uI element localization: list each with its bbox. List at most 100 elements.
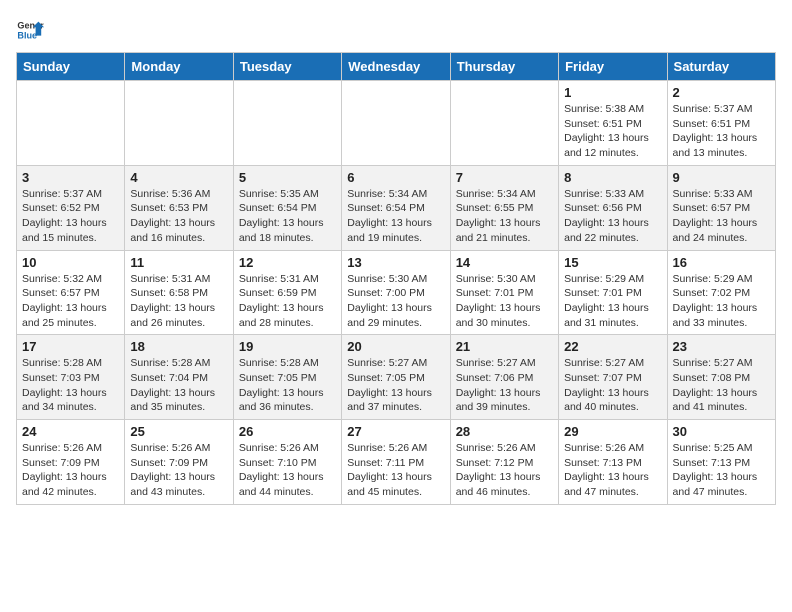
day-info: Sunrise: 5:37 AMSunset: 6:52 PMDaylight:… <box>22 187 119 246</box>
day-cell <box>450 81 558 166</box>
day-cell: 29 Sunrise: 5:26 AMSunset: 7:13 PMDayligh… <box>559 420 667 505</box>
day-cell <box>342 81 450 166</box>
day-info: Sunrise: 5:27 AMSunset: 7:08 PMDaylight:… <box>673 356 770 415</box>
day-info: Sunrise: 5:36 AMSunset: 6:53 PMDaylight:… <box>130 187 227 246</box>
day-info: Sunrise: 5:33 AMSunset: 6:56 PMDaylight:… <box>564 187 661 246</box>
day-cell: 23Sunrise: 5:27 AMSunset: 7:08 PMDayligh… <box>667 335 775 420</box>
page-header: General Blue <box>16 16 776 44</box>
day-cell: 6 Sunrise: 5:34 AMSunset: 6:54 PMDaylight… <box>342 165 450 250</box>
day-number: 5 <box>239 170 336 185</box>
weekday-header-friday: Friday <box>559 53 667 81</box>
day-cell: 15 Sunrise: 5:29 AMSunset: 7:01 PMDayligh… <box>559 250 667 335</box>
day-info: Sunrise: 5:26 AMSunset: 7:11 PMDaylight:… <box>347 441 444 500</box>
day-cell <box>17 81 125 166</box>
day-cell: 4 Sunrise: 5:36 AMSunset: 6:53 PMDaylight… <box>125 165 233 250</box>
day-info: Sunrise: 5:29 AMSunset: 7:01 PMDaylight:… <box>564 272 661 331</box>
day-cell: 26 Sunrise: 5:26 AMSunset: 7:10 PMDayligh… <box>233 420 341 505</box>
day-number: 22 <box>564 339 661 354</box>
day-number: 13 <box>347 255 444 270</box>
day-number: 7 <box>456 170 553 185</box>
day-cell: 2 Sunrise: 5:37 AMSunset: 6:51 PMDaylight… <box>667 81 775 166</box>
day-number: 9 <box>673 170 770 185</box>
week-row-4: 17 Sunrise: 5:28 AMSunset: 7:03 PMDayligh… <box>17 335 776 420</box>
day-cell: 3 Sunrise: 5:37 AMSunset: 6:52 PMDaylight… <box>17 165 125 250</box>
weekday-header-wednesday: Wednesday <box>342 53 450 81</box>
day-cell: 11 Sunrise: 5:31 AMSunset: 6:58 PMDayligh… <box>125 250 233 335</box>
day-number: 17 <box>22 339 119 354</box>
day-cell: 25Sunrise: 5:26 AMSunset: 7:09 PMDayligh… <box>125 420 233 505</box>
day-info: Sunrise: 5:26 AMSunset: 7:10 PMDaylight:… <box>239 441 336 500</box>
day-number: 21 <box>456 339 553 354</box>
week-row-3: 10 Sunrise: 5:32 AMSunset: 6:57 PMDayligh… <box>17 250 776 335</box>
day-cell: 14Sunrise: 5:30 AMSunset: 7:01 PMDayligh… <box>450 250 558 335</box>
day-cell: 18 Sunrise: 5:28 AMSunset: 7:04 PMDayligh… <box>125 335 233 420</box>
day-cell: 28 Sunrise: 5:26 AMSunset: 7:12 PMDayligh… <box>450 420 558 505</box>
day-info: Sunrise: 5:27 AMSunset: 7:07 PMDaylight:… <box>564 356 661 415</box>
day-info: Sunrise: 5:34 AMSunset: 6:54 PMDaylight:… <box>347 187 444 246</box>
day-info: Sunrise: 5:37 AMSunset: 6:51 PMDaylight:… <box>673 102 770 161</box>
day-info: Sunrise: 5:34 AMSunset: 6:55 PMDaylight:… <box>456 187 553 246</box>
day-info: Sunrise: 5:26 AMSunset: 7:09 PMDaylight:… <box>22 441 119 500</box>
day-cell: 21 Sunrise: 5:27 AMSunset: 7:06 PMDayligh… <box>450 335 558 420</box>
day-cell: 7 Sunrise: 5:34 AMSunset: 6:55 PMDaylight… <box>450 165 558 250</box>
day-cell: 5 Sunrise: 5:35 AMSunset: 6:54 PMDaylight… <box>233 165 341 250</box>
day-cell: 17 Sunrise: 5:28 AMSunset: 7:03 PMDayligh… <box>17 335 125 420</box>
day-info: Sunrise: 5:30 AMSunset: 7:01 PMDaylight:… <box>456 272 553 331</box>
day-number: 12 <box>239 255 336 270</box>
calendar-table: SundayMondayTuesdayWednesdayThursdayFrid… <box>16 52 776 505</box>
day-number: 26 <box>239 424 336 439</box>
weekday-header-saturday: Saturday <box>667 53 775 81</box>
day-info: Sunrise: 5:38 AMSunset: 6:51 PMDaylight:… <box>564 102 661 161</box>
day-info: Sunrise: 5:27 AMSunset: 7:06 PMDaylight:… <box>456 356 553 415</box>
day-info: Sunrise: 5:33 AMSunset: 6:57 PMDaylight:… <box>673 187 770 246</box>
day-info: Sunrise: 5:29 AMSunset: 7:02 PMDaylight:… <box>673 272 770 331</box>
day-number: 15 <box>564 255 661 270</box>
day-cell: 30Sunrise: 5:25 AMSunset: 7:13 PMDayligh… <box>667 420 775 505</box>
weekday-header-tuesday: Tuesday <box>233 53 341 81</box>
day-info: Sunrise: 5:26 AMSunset: 7:12 PMDaylight:… <box>456 441 553 500</box>
day-number: 28 <box>456 424 553 439</box>
day-number: 18 <box>130 339 227 354</box>
day-number: 11 <box>130 255 227 270</box>
day-cell: 8 Sunrise: 5:33 AMSunset: 6:56 PMDaylight… <box>559 165 667 250</box>
day-info: Sunrise: 5:30 AMSunset: 7:00 PMDaylight:… <box>347 272 444 331</box>
day-number: 3 <box>22 170 119 185</box>
day-cell: 27 Sunrise: 5:26 AMSunset: 7:11 PMDayligh… <box>342 420 450 505</box>
day-number: 4 <box>130 170 227 185</box>
logo-icon: General Blue <box>16 16 44 44</box>
day-cell: 13 Sunrise: 5:30 AMSunset: 7:00 PMDayligh… <box>342 250 450 335</box>
week-row-5: 24 Sunrise: 5:26 AMSunset: 7:09 PMDayligh… <box>17 420 776 505</box>
day-number: 10 <box>22 255 119 270</box>
day-number: 16 <box>673 255 770 270</box>
day-info: Sunrise: 5:28 AMSunset: 7:05 PMDaylight:… <box>239 356 336 415</box>
day-number: 30 <box>673 424 770 439</box>
day-info: Sunrise: 5:32 AMSunset: 6:57 PMDaylight:… <box>22 272 119 331</box>
day-info: Sunrise: 5:26 AMSunset: 7:13 PMDaylight:… <box>564 441 661 500</box>
day-cell <box>233 81 341 166</box>
day-number: 27 <box>347 424 444 439</box>
day-cell: 19Sunrise: 5:28 AMSunset: 7:05 PMDayligh… <box>233 335 341 420</box>
day-info: Sunrise: 5:28 AMSunset: 7:04 PMDaylight:… <box>130 356 227 415</box>
day-number: 25 <box>130 424 227 439</box>
day-info: Sunrise: 5:35 AMSunset: 6:54 PMDaylight:… <box>239 187 336 246</box>
day-cell: 10 Sunrise: 5:32 AMSunset: 6:57 PMDayligh… <box>17 250 125 335</box>
day-info: Sunrise: 5:28 AMSunset: 7:03 PMDaylight:… <box>22 356 119 415</box>
day-number: 1 <box>564 85 661 100</box>
week-row-2: 3 Sunrise: 5:37 AMSunset: 6:52 PMDaylight… <box>17 165 776 250</box>
week-row-1: 1 Sunrise: 5:38 AMSunset: 6:51 PMDaylight… <box>17 81 776 166</box>
day-cell: 12Sunrise: 5:31 AMSunset: 6:59 PMDayligh… <box>233 250 341 335</box>
day-number: 8 <box>564 170 661 185</box>
day-number: 20 <box>347 339 444 354</box>
day-number: 2 <box>673 85 770 100</box>
day-number: 29 <box>564 424 661 439</box>
day-number: 6 <box>347 170 444 185</box>
weekday-header-thursday: Thursday <box>450 53 558 81</box>
logo: General Blue <box>16 16 48 44</box>
weekday-header-row: SundayMondayTuesdayWednesdayThursdayFrid… <box>17 53 776 81</box>
day-cell: 9 Sunrise: 5:33 AMSunset: 6:57 PMDaylight… <box>667 165 775 250</box>
day-cell: 20Sunrise: 5:27 AMSunset: 7:05 PMDayligh… <box>342 335 450 420</box>
day-number: 24 <box>22 424 119 439</box>
day-cell: 16 Sunrise: 5:29 AMSunset: 7:02 PMDayligh… <box>667 250 775 335</box>
weekday-header-sunday: Sunday <box>17 53 125 81</box>
day-info: Sunrise: 5:31 AMSunset: 6:58 PMDaylight:… <box>130 272 227 331</box>
